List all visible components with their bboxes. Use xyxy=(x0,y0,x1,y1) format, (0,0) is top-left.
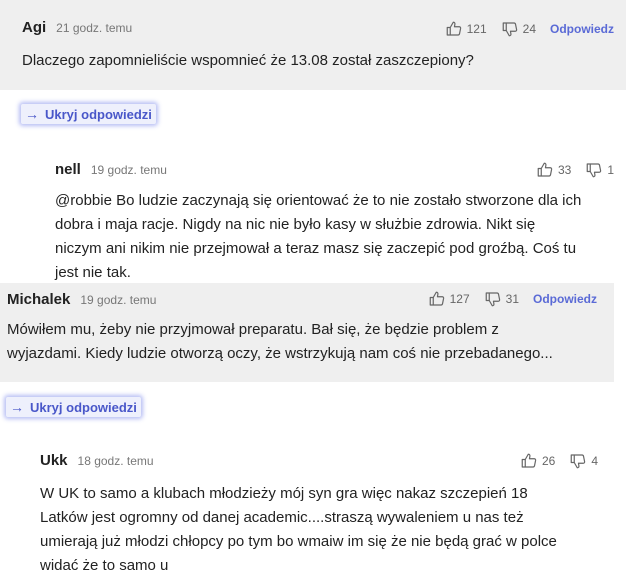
thumb-down-icon xyxy=(502,22,517,37)
thumb-down-icon xyxy=(586,163,602,178)
dislike-count: 24 xyxy=(522,22,536,36)
like-count: 33 xyxy=(557,163,572,177)
comment-author[interactable]: nell xyxy=(55,161,81,178)
dislike-button[interactable]: 24 xyxy=(501,20,536,38)
comment-text-line: niczym ani nikim nie przejmował a teraz … xyxy=(55,240,577,257)
arrow-right-icon: → xyxy=(25,106,39,122)
thumb-up-icon xyxy=(429,291,444,306)
reply-button[interactable]: Odpowiedz xyxy=(533,292,597,306)
comment-author[interactable]: Ukk xyxy=(40,452,68,469)
comment-agi: Agi 21 godz. temu 121 24 Odpowiedz Dlacz… xyxy=(0,0,626,90)
like-count: 121 xyxy=(466,22,487,36)
comment-text-line: widać że to samo u xyxy=(40,557,169,574)
like-button[interactable]: 26 xyxy=(520,452,555,470)
like-button[interactable]: 127 xyxy=(428,290,470,308)
hide-replies-label: Ukryj odpowiedzi xyxy=(30,399,137,415)
dislike-button[interactable]: 4 xyxy=(569,452,598,470)
comment-actions: 33 1 xyxy=(536,161,614,179)
arrow-right-icon: → xyxy=(10,399,24,415)
comment-text: W UK to samo a klubach młodzieży mój syn… xyxy=(40,482,620,578)
comment-text-line: wyjazdami. Kiedy ludzie otworzą oczy, że… xyxy=(7,345,553,362)
comment-michalek: Michalek 19 godz. temu 127 31 Odpowiedz … xyxy=(0,283,614,382)
thumb-down-icon xyxy=(570,454,586,469)
hide-replies-button[interactable]: → Ukryj odpowiedzi xyxy=(6,397,141,417)
comment-text-line: Latków jest ogromny od danej academic...… xyxy=(40,509,524,526)
thumb-up-icon xyxy=(521,453,537,468)
comment-time: 18 godz. temu xyxy=(77,453,154,468)
comment-actions: 121 24 Odpowiedz xyxy=(445,20,614,38)
hide-replies-label: Ukryj odpowiedzi xyxy=(45,106,152,122)
reply-button[interactable]: Odpowiedz xyxy=(550,22,614,36)
comment-text-line: jest nie tak. xyxy=(55,264,131,281)
dislike-count: 31 xyxy=(505,292,519,306)
thumb-up-icon xyxy=(446,21,461,36)
comment-text-line: @robbie Bo ludzie zaczynają się orientow… xyxy=(55,192,582,209)
reply-comment-ukk: Ukk 18 godz. temu 26 4 W UK to samo a kl… xyxy=(0,442,626,579)
comment-text-line: Mówiłem mu, żeby nie przyjmował preparat… xyxy=(7,321,499,338)
like-count: 127 xyxy=(449,292,470,306)
comment-text-line: W UK to samo a klubach młodzieży mój syn… xyxy=(40,485,528,502)
comment-text: Mówiłem mu, żeby nie przyjmował preparat… xyxy=(7,318,612,366)
comment-text: @robbie Bo ludzie zaczynają się orientow… xyxy=(55,189,621,285)
thumb-down-icon xyxy=(485,292,500,307)
comment-header: nell 19 godz. temu xyxy=(55,161,167,178)
comment-text-line: umierają już młodzi chłopcy po tym bo wm… xyxy=(40,533,557,550)
hide-replies-button[interactable]: → Ukryj odpowiedzi xyxy=(21,104,156,124)
comment-time: 19 godz. temu xyxy=(90,162,167,177)
comment-text-line: dobra i maja racje. Nigdy na nic nie był… xyxy=(55,216,536,233)
like-count: 26 xyxy=(541,454,556,468)
dislike-button[interactable]: 31 xyxy=(484,290,519,308)
comment-time: 21 godz. temu xyxy=(56,20,133,35)
comment-time: 19 godz. temu xyxy=(80,292,157,307)
dislike-count: 4 xyxy=(591,454,598,468)
comment-header: Michalek 19 godz. temu xyxy=(7,291,156,308)
comment-text: Dlaczego zapomnieliście wspomnieć że 13.… xyxy=(22,52,474,69)
reply-comment-nell: nell 19 godz. temu 33 1 @robbie Bo ludzi… xyxy=(0,150,626,285)
comment-header: Ukk 18 godz. temu xyxy=(40,452,154,469)
like-button[interactable]: 121 xyxy=(445,20,487,38)
comment-actions: 26 4 xyxy=(520,452,598,470)
thumb-up-icon xyxy=(537,162,553,177)
comment-author[interactable]: Agi xyxy=(22,19,46,36)
comment-header: Agi 21 godz. temu xyxy=(22,19,132,36)
dislike-button[interactable]: 1 xyxy=(585,161,614,179)
comment-author[interactable]: Michalek xyxy=(7,291,70,308)
dislike-count: 1 xyxy=(607,163,614,177)
comment-actions: 127 31 Odpowiedz xyxy=(428,290,597,308)
like-button[interactable]: 33 xyxy=(536,161,571,179)
